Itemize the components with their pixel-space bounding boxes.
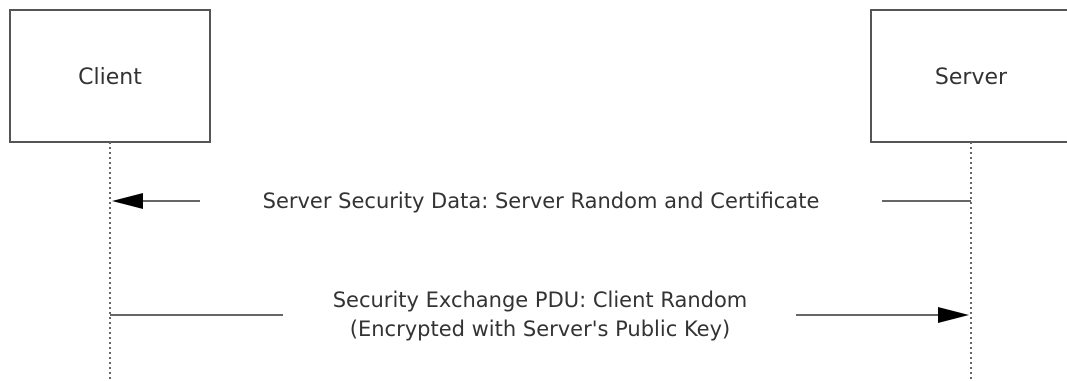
sequence-diagram: Client Server Server Security Data: Serv… (9, 9, 1067, 381)
message-security-exchange-pdu: Security Exchange PDU: Client Random (En… (110, 288, 969, 341)
participant-server: Server (870, 9, 1067, 143)
message-2-label-line-2: (Encrypted with Server's Public Key) (350, 317, 730, 341)
server-label: Server (935, 65, 1008, 90)
message-server-security-data: Server Security Data: Server Random and … (112, 189, 971, 213)
client-label: Client (78, 65, 142, 90)
participant-client: Client (9, 9, 211, 143)
message-2-arrowhead (938, 307, 969, 323)
message-1-arrowhead (112, 193, 143, 209)
message-1-label: Server Security Data: Server Random and … (263, 189, 820, 213)
message-2-label-line-1: Security Exchange PDU: Client Random (333, 288, 748, 312)
